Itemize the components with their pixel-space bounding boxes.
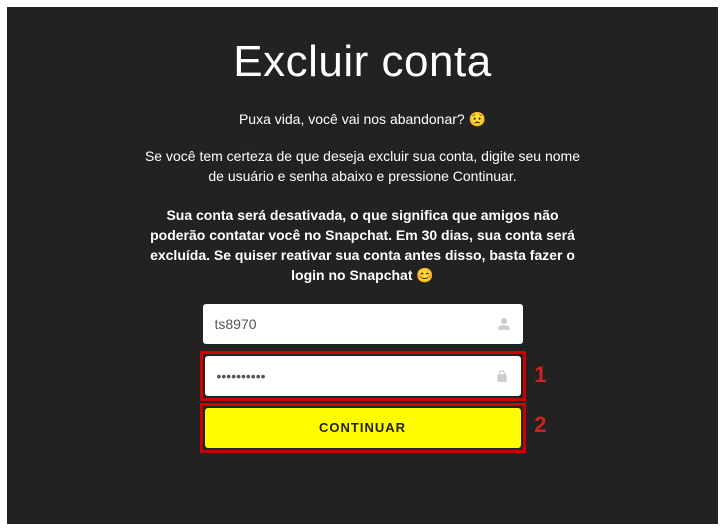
continue-button[interactable]: CONTINUAR	[205, 408, 521, 448]
password-input[interactable]	[205, 356, 521, 396]
instruction-paragraph: Se você tem certeza de que deseja exclui…	[143, 146, 583, 187]
username-input[interactable]	[203, 304, 523, 344]
delete-account-form: CONTINUAR 1 2	[203, 304, 523, 450]
username-field-wrap	[203, 304, 523, 344]
subtitle: Puxa vida, você vai nos abandonar? 😟	[47, 111, 678, 128]
annotation-number-2: 2	[534, 412, 546, 438]
sad-face-emoji: 😟	[469, 111, 486, 127]
password-field-wrap	[203, 354, 523, 398]
page-title: Excluir conta	[47, 37, 678, 87]
continue-button-wrap: CONTINUAR	[203, 406, 523, 450]
deactivation-text: Sua conta será desativada, o que signifi…	[150, 207, 575, 284]
user-icon	[497, 317, 511, 331]
smile-face-emoji: 😊	[416, 267, 433, 283]
annotation-number-1: 1	[534, 362, 546, 388]
subtitle-text: Puxa vida, você vai nos abandonar?	[239, 111, 469, 127]
lock-icon	[495, 369, 509, 383]
delete-account-panel: Excluir conta Puxa vida, você vai nos ab…	[7, 7, 718, 524]
deactivation-notice: Sua conta será desativada, o que signifi…	[143, 205, 583, 286]
